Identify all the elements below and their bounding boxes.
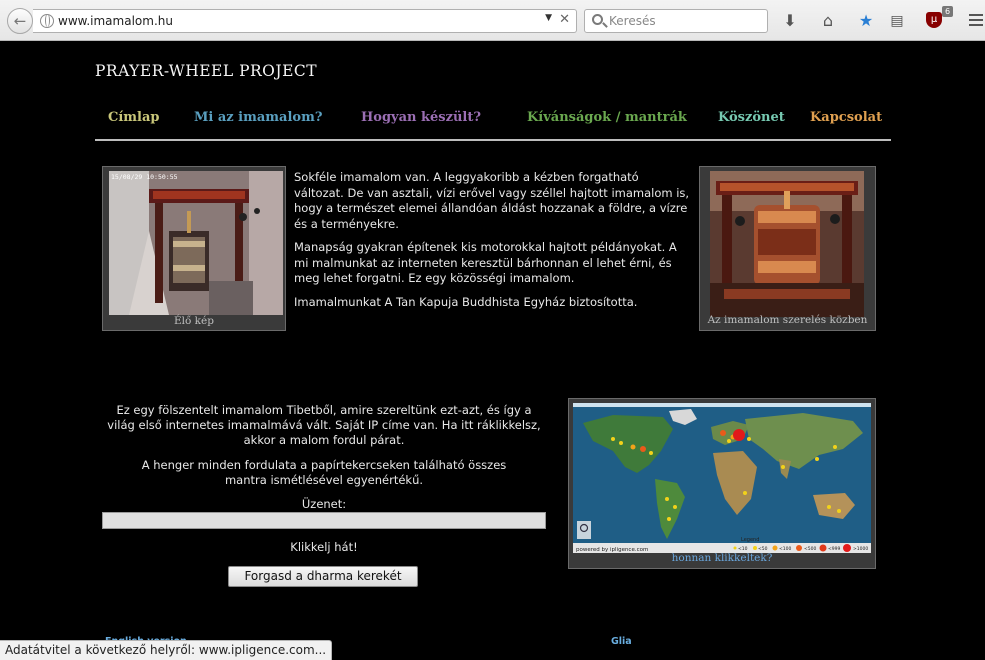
url-bar[interactable]: www.imamalom.hu ▼ ✕ <box>33 9 577 33</box>
installation-photo-frame[interactable]: Az imamalom szerelés közben <box>699 166 876 331</box>
search-placeholder: Keresés <box>609 14 656 28</box>
close-icon[interactable]: ✕ <box>559 12 570 27</box>
wheel-paragraph: A henger minden fordulata a papírtekercs… <box>141 458 507 487</box>
reading-list-icon[interactable]: ▤ <box>886 10 908 32</box>
live-photo-caption: Élő kép <box>174 315 214 327</box>
nav-link-kapcsolat[interactable]: Kapcsolat <box>810 110 882 125</box>
intro-paragraph: Imamalmunkat A Tan Kapuja Buddhista Egyh… <box>294 294 638 309</box>
installation-photo[interactable] <box>710 171 864 317</box>
ublock-icon[interactable]: μ <box>926 12 942 28</box>
glia-link[interactable]: Glia <box>611 636 632 647</box>
click-prompt: Klikkelj hát! <box>290 540 358 554</box>
message-input[interactable] <box>102 512 546 529</box>
spin-wheel-button[interactable]: Forgasd a dharma kerekét <box>228 566 418 587</box>
site-title: PRAYER-WHEEL PROJECT <box>95 62 318 80</box>
message-label: Üzenet: <box>301 497 347 511</box>
intro-text: Sokféle imamalom van. A leggyakoribb a k… <box>294 170 690 310</box>
ublock-count-badge: 6 <box>942 6 954 17</box>
live-camera-frame[interactable]: 15/08/29 10:50:55 Élő kép <box>102 166 286 331</box>
search-input[interactable]: Keresés <box>584 9 768 33</box>
camera-timestamp: 15/08/29 10:50:55 <box>111 173 178 181</box>
world-click-map[interactable]: powered by ipligence.com Legend <10 <50 … <box>573 403 871 553</box>
browser-status-bar: Adatátvitel a következő helyről: www.ipl… <box>0 640 333 660</box>
bookmark-star-icon[interactable]: ★ <box>855 10 877 32</box>
main-navigation: Címlap Mi az imamalom? Hogyan készült? K… <box>95 108 891 141</box>
nav-link-koszonet[interactable]: Köszönet <box>718 110 785 125</box>
map-zoom-button[interactable] <box>577 521 591 539</box>
nav-link-kivansagok-mantrak[interactable]: Kívánságok / mantrák <box>527 110 687 125</box>
download-icon[interactable]: ⬇ <box>779 10 801 32</box>
browser-toolbar: ← www.imamalom.hu ▼ ✕ Keresés ⬇ ⌂ ★ ▤ μ … <box>0 0 985 41</box>
map-legend-title: Legend <box>741 537 759 543</box>
globe-icon <box>40 14 54 28</box>
wheel-description: Ez egy fölszentelt imamalom Tibetből, am… <box>102 403 546 488</box>
live-camera-image[interactable]: 15/08/29 10:50:55 <box>109 171 283 315</box>
intro-paragraph: Manapság gyakran építenek kis motorokkal… <box>294 240 677 285</box>
intro-paragraph: Sokféle imamalom van. A leggyakoribb a k… <box>294 170 690 231</box>
installation-photo-caption: Az imamalom szerelés közben <box>707 314 868 326</box>
dropdown-arrow-icon[interactable]: ▼ <box>545 13 552 23</box>
nav-link-mi-az-imamalom[interactable]: Mi az imamalom? <box>194 110 322 125</box>
back-arrow-icon[interactable]: ← <box>7 8 33 34</box>
menu-icon[interactable] <box>969 14 983 29</box>
nav-link-hogyan-keszult[interactable]: Hogyan készült? <box>361 110 481 125</box>
search-icon <box>592 14 603 25</box>
nav-link-cimlap[interactable]: Címlap <box>108 110 160 125</box>
url-text[interactable]: www.imamalom.hu <box>58 14 173 28</box>
map-caption-link[interactable]: honnan klikkeltek? <box>569 552 875 564</box>
home-icon[interactable]: ⌂ <box>817 10 839 32</box>
wheel-paragraph: Ez egy fölszentelt imamalom Tibetből, am… <box>107 403 541 447</box>
click-map-frame: powered by ipligence.com Legend <10 <50 … <box>568 398 876 569</box>
